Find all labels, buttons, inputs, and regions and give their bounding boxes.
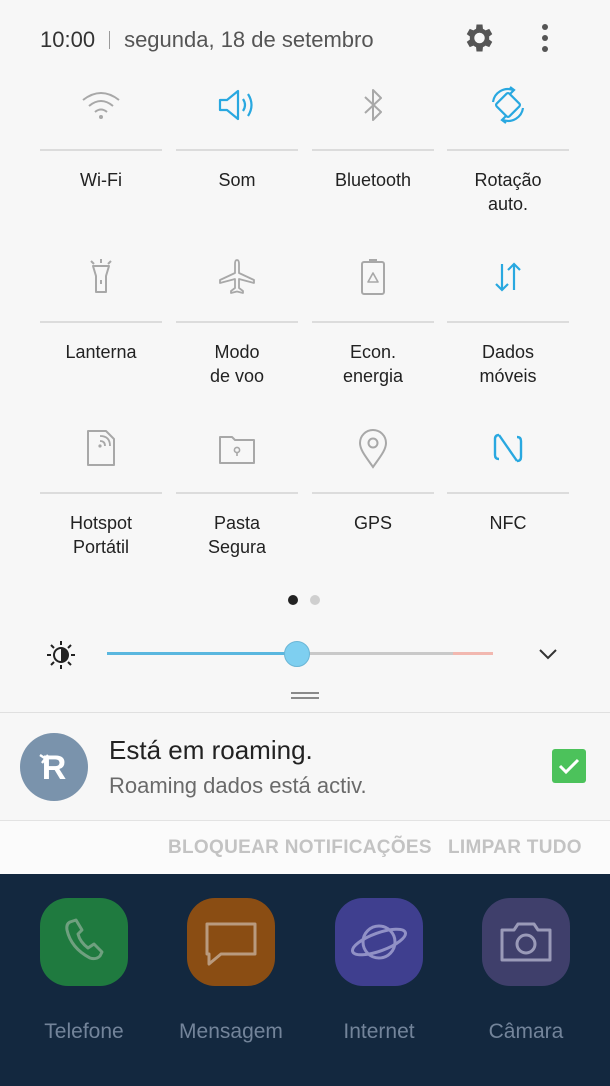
divider (40, 321, 162, 323)
clear-all-button[interactable]: LIMPAR TUDO (448, 837, 582, 859)
tile-label: NFC (489, 513, 527, 533)
checkbox[interactable] (552, 749, 586, 783)
tile-label: Dados móveis (479, 342, 537, 386)
divider (447, 492, 569, 494)
drag-handle[interactable] (291, 692, 319, 700)
notification-actions: BLOQUEAR NOTIFICAÇÕES LIMPAR TUDO (0, 820, 610, 875)
divider (40, 492, 162, 494)
flashlight-icon (90, 259, 112, 293)
home-dock: Telefone Mensagem Internet Câmara (0, 874, 610, 1086)
tile-label: GPS (353, 513, 392, 533)
status-bar: 10:00 segunda, 18 de setembro (40, 24, 374, 56)
tile-label: Rotação auto. (474, 170, 542, 214)
battery-saver-icon (361, 259, 385, 295)
svg-text:R: R (42, 749, 67, 787)
airplane-icon (219, 259, 255, 294)
location-icon (358, 429, 388, 469)
camera-icon (482, 898, 570, 986)
hotspot-icon (87, 430, 115, 466)
mobile-data-icon (495, 262, 521, 292)
app-label: Telefone (44, 1020, 124, 1043)
divider (312, 492, 434, 494)
divider (176, 149, 298, 151)
wifi-icon (82, 92, 120, 119)
divider (176, 321, 298, 323)
notification-text: Roaming dados está activ. (109, 773, 367, 798)
app-label: Mensagem (179, 1020, 283, 1043)
more-vert-icon[interactable] (530, 20, 560, 56)
divider (40, 149, 162, 151)
brightness-slider[interactable] (107, 641, 493, 667)
tile-label: Pasta Segura (207, 513, 267, 557)
slider-fill (107, 652, 297, 655)
roaming-icon: R (20, 733, 88, 801)
phone-icon (40, 898, 128, 986)
divider (312, 321, 434, 323)
page-dot (310, 595, 320, 605)
divider (109, 31, 111, 49)
divider (447, 149, 569, 151)
nfc-icon (493, 433, 523, 463)
divider (176, 492, 298, 494)
tile-label: Hotspot Portátil (69, 513, 133, 557)
tile-label: Bluetooth (334, 170, 412, 190)
auto-rotate-icon (491, 86, 525, 124)
tile-label: Wi-Fi (80, 170, 122, 190)
roaming-notification[interactable]: R Está em roaming. Roaming dados está ac… (0, 712, 610, 821)
brightness-icon (47, 641, 75, 669)
quick-panel: 10:00 segunda, 18 de setembro Wi-Fi Som (0, 0, 610, 712)
clock: 10:00 (40, 27, 96, 52)
divider (312, 149, 434, 151)
slider-thumb[interactable] (284, 641, 311, 667)
date-label: segunda, 18 de setembro (124, 27, 374, 52)
secure-folder-icon (219, 436, 255, 464)
gear-icon[interactable] (460, 20, 496, 56)
sound-icon (218, 89, 253, 121)
tile-label: Som (218, 170, 256, 190)
notification-title: Está em roaming. (109, 735, 313, 765)
check-icon (558, 758, 580, 775)
internet-icon (335, 898, 423, 986)
bluetooth-icon (364, 89, 382, 121)
tile-label: Modo de voo (209, 342, 265, 386)
app-label: Câmara (488, 1020, 564, 1043)
chevron-down-icon[interactable] (534, 640, 562, 668)
app-label: Internet (343, 1020, 415, 1043)
tile-label: Lanterna (65, 342, 137, 362)
message-icon (187, 898, 275, 986)
slider-warning-zone (453, 652, 493, 655)
page-dot-active (288, 595, 298, 605)
block-notifications-button[interactable]: BLOQUEAR NOTIFICAÇÕES (168, 837, 432, 859)
divider (447, 321, 569, 323)
tile-label: Econ. energia (342, 342, 404, 386)
